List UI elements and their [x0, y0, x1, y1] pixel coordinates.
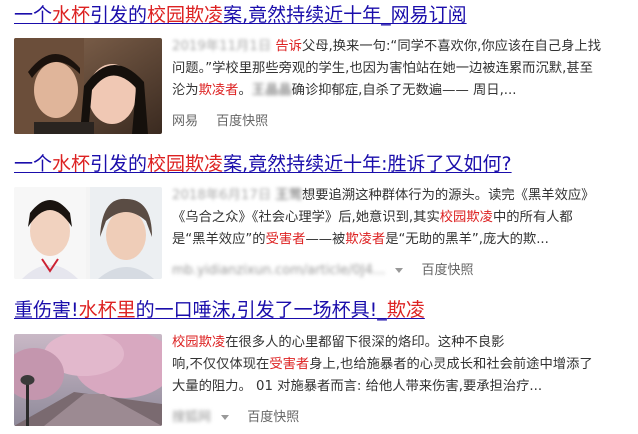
title-text-segment: 的一口唾沫,引发了一场杯具!_: [135, 299, 387, 321]
title-keyword-highlight: 校园欺凌: [147, 153, 224, 175]
title-keyword-highlight: 校园欺凌: [147, 4, 224, 26]
chevron-down-icon[interactable]: [221, 415, 230, 420]
result-date: 2019年11月1日: [172, 39, 276, 54]
result-abstract: 2019年11月1日 告诉父母,换来一句:“同学不喜欢你,你应该在自己身上找问题…: [172, 36, 601, 102]
abstract-text-segment: 沦为: [172, 83, 199, 98]
title-text-segment: 引发的: [90, 4, 148, 26]
abstract-line: 《乌合之众》《社会心理学》后,她意识到,其实校园欺凌中的所有人都: [172, 207, 594, 229]
result-abstract: 2018年6月17日 王莺想要追溯这种群体行为的源头。读完《黑羊效应》 《乌合之众…: [172, 185, 594, 251]
result-abstract: 校园欺凌在很多人的心里都留下很深的烙印。这种不良影 响,不仅仅体现在受害者身上,也…: [172, 332, 593, 398]
abstract-keyword-highlight: 校园欺凌: [439, 210, 493, 225]
abstract-text-segment: 身上,也给施暴者的心灵成长和社会前途中增添了: [309, 357, 593, 372]
result-thumbnail[interactable]: [14, 38, 162, 134]
title-text-segment: 一个: [14, 4, 53, 26]
photo-cherry-blossom-image: [14, 334, 162, 426]
abstract-line: 是“黑羊效应”的受害者——被欺凌者是“无助的黑羊”,庞大的欺...: [172, 229, 594, 251]
abstract-text-segment: 。: [238, 83, 252, 98]
snapshot-link[interactable]: 百度快照: [247, 410, 299, 425]
result-meta: mb.yidianzixun.com/article/0J4... 百度快照: [172, 262, 474, 280]
result-source[interactable]: mb.yidianzixun.com/article/0J4...: [172, 263, 385, 278]
result-date: 2018年6月17日: [172, 188, 276, 203]
title-keyword-highlight: 水杯: [52, 153, 91, 175]
result-source[interactable]: 网易: [172, 114, 198, 129]
abstract-line: 沦为欺凌者。王晶晶确诊抑郁症,自杀了无数遍—— 周日,...: [172, 80, 601, 102]
title-keyword-highlight: 水杯: [52, 4, 91, 26]
snapshot-link[interactable]: 百度快照: [216, 114, 268, 129]
blurred-name: 王晶晶: [251, 83, 292, 98]
abstract-keyword-highlight: 校园欺凌: [172, 335, 226, 350]
title-text-segment: 引发的: [90, 153, 148, 175]
abstract-text-segment: 是“无助的黑羊”,庞大的欺...: [385, 232, 549, 247]
title-text-segment: 案,竟然持续近十年:胜诉了又如何?: [223, 153, 512, 175]
abstract-text-segment: 确诊抑郁症,自杀了无数遍—— 周日,...: [291, 83, 517, 98]
title-keyword-highlight: 水杯里: [78, 299, 136, 321]
result-title-link[interactable]: 一个水杯引发的校园欺凌案,竟然持续近十年:胜诉了又如何?: [14, 151, 512, 177]
abstract-line: 响,不仅仅体现在受害者身上,也给施暴者的心灵成长和社会前途中增添了: [172, 354, 593, 376]
abstract-line: 校园欺凌在很多人的心里都留下很深的烙印。这种不良影: [172, 332, 593, 354]
chevron-down-icon[interactable]: [395, 268, 404, 273]
abstract-text-segment: 是“黑羊效应”的: [172, 232, 266, 247]
abstract-text-segment: 问题。”学校里那些旁观的学生,也因为害怕站在她一边被连累而沉默,甚至: [172, 61, 593, 76]
abstract-text-segment: 响,不仅仅体现在: [172, 357, 270, 372]
photo-two-girls-image: [14, 187, 162, 279]
abstract-keyword-highlight: 欺凌者: [345, 232, 386, 247]
abstract-keyword-highlight: 受害者: [265, 232, 306, 247]
abstract-line: 2018年6月17日 王莺想要追溯这种群体行为的源头。读完《黑羊效应》: [172, 185, 594, 207]
result-meta: 网易 百度快照: [172, 113, 268, 131]
result-thumbnail[interactable]: [14, 334, 162, 426]
title-keyword-highlight: 欺凌: [386, 299, 425, 321]
abstract-line: 大量的阻力。 01 对施暴者而言: 给他人带来伤害,要承担治疗...: [172, 376, 593, 398]
result-title-link[interactable]: 重伤害!水杯里的一口唾沫,引发了一场杯具!_欺凌: [14, 297, 425, 323]
photo-two-people-image: [14, 38, 162, 134]
abstract-text-segment: 大量的阻力。 01 对施暴者而言: 给他人带来伤害,要承担治疗...: [172, 379, 543, 394]
title-text-segment: 一个: [14, 153, 53, 175]
abstract-text-segment: 在很多人的心里都留下很深的烙印。这种不良影: [225, 335, 505, 350]
abstract-text-segment: 《乌合之众》《社会心理学》后,她意识到,其实: [172, 210, 440, 225]
abstract-text-segment: 中的所有人都: [492, 210, 573, 225]
result-title-link[interactable]: 一个水杯引发的校园欺凌案,竟然持续近十年_网易订阅: [14, 2, 467, 28]
abstract-text-segment: 父母,换来一句:“同学不喜欢你,你应该在自己身上找: [301, 39, 601, 54]
result-meta: 搜狐网 百度快照: [172, 409, 299, 427]
snapshot-link[interactable]: 百度快照: [422, 263, 474, 278]
abstract-keyword-highlight: 欺凌者: [198, 83, 239, 98]
abstract-text-segment: 想要追溯这种群体行为的源头。读完《黑羊效应》: [301, 188, 595, 203]
title-text-segment: 重伤害!: [14, 299, 79, 321]
abstract-keyword-highlight: 告诉: [275, 39, 302, 54]
abstract-line: 2019年11月1日 告诉父母,换来一句:“同学不喜欢你,你应该在自己身上找: [172, 36, 601, 58]
result-source[interactable]: 搜狐网: [172, 410, 211, 425]
result-thumbnail[interactable]: [14, 187, 162, 279]
title-text-segment: 案,竟然持续近十年_网易订阅: [223, 4, 467, 26]
blurred-name: 王莺: [275, 188, 302, 203]
abstract-line: 问题。”学校里那些旁观的学生,也因为害怕站在她一边被连累而沉默,甚至: [172, 58, 601, 80]
abstract-text-segment: ——被: [305, 232, 346, 247]
abstract-keyword-highlight: 受害者: [269, 357, 310, 372]
